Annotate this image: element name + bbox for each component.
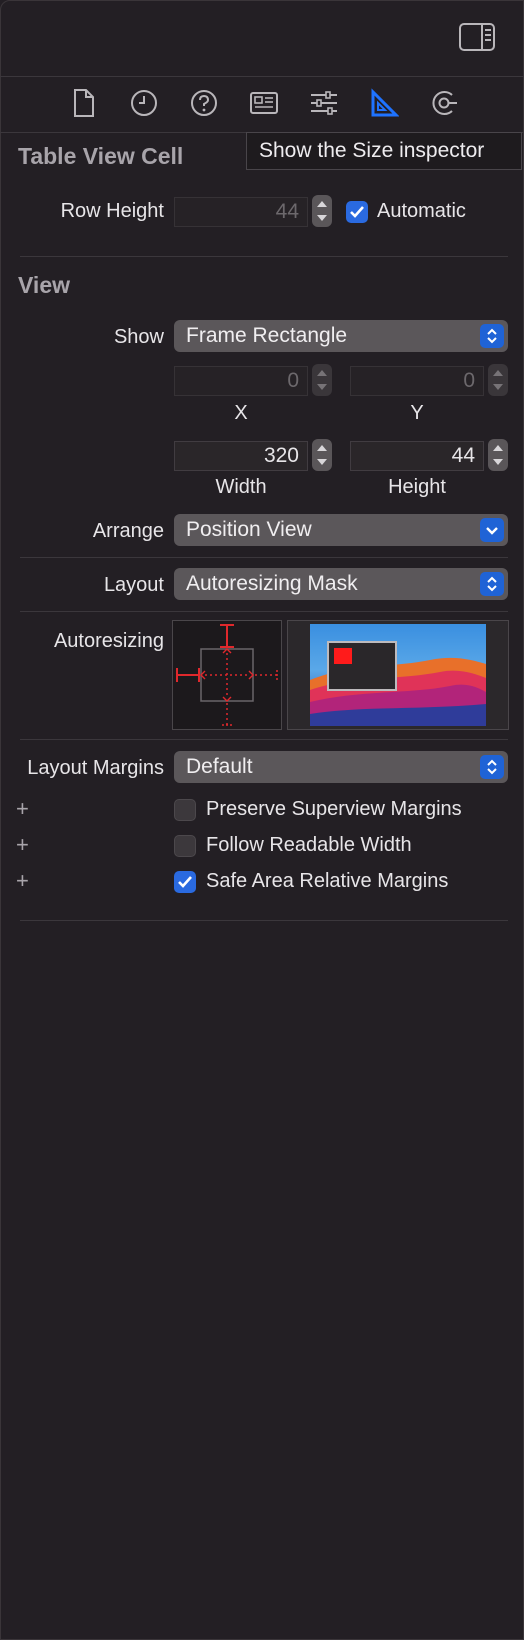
y-caption: Y bbox=[410, 402, 424, 424]
chevron-up-down-icon bbox=[480, 572, 504, 596]
section-title-table-view-cell: Table View Cell bbox=[18, 143, 184, 169]
layout-margins-popup[interactable]: Default bbox=[174, 751, 508, 783]
height-field[interactable]: 44 bbox=[350, 441, 484, 471]
row-height-field[interactable]: 44 bbox=[174, 197, 308, 227]
row-height-stepper[interactable] bbox=[312, 195, 332, 227]
x-stepper[interactable] bbox=[312, 364, 332, 396]
layout-margins-label: Layout Margins bbox=[27, 757, 164, 779]
size-inspector-tooltip: Show the Size inspector bbox=[246, 132, 522, 170]
autoresizing-mask-editor[interactable] bbox=[172, 620, 282, 730]
width-stepper[interactable] bbox=[312, 439, 332, 471]
toolbar-top-divider bbox=[0, 76, 524, 77]
tab-file-inspector[interactable] bbox=[69, 88, 99, 118]
x-field[interactable]: 0 bbox=[174, 366, 308, 396]
toggle-inspector-button[interactable] bbox=[458, 22, 496, 52]
arrange-popup-value: Position View bbox=[186, 518, 312, 541]
width-caption: Width bbox=[215, 476, 267, 498]
arrow-circle-icon bbox=[432, 91, 457, 115]
wallpaper-preview-icon bbox=[310, 624, 486, 726]
bottom-divider bbox=[20, 920, 508, 921]
autoresizing-preview bbox=[287, 620, 509, 730]
checkmark-icon bbox=[350, 206, 364, 218]
row-height-label: Row Height bbox=[60, 200, 164, 222]
tab-connections-inspector[interactable] bbox=[429, 88, 459, 118]
ruler-triangle-icon bbox=[371, 88, 400, 117]
show-label: Show bbox=[113, 326, 164, 348]
show-popup-value: Frame Rectangle bbox=[186, 324, 348, 347]
preserve-superview-margins-label: Preserve Superview Margins bbox=[206, 798, 462, 820]
chevron-up-down-icon bbox=[480, 755, 504, 779]
arrange-popup[interactable]: Position View bbox=[174, 514, 508, 546]
autoresizing-label: Autoresizing bbox=[53, 630, 164, 652]
add-variation-button[interactable]: + bbox=[16, 870, 29, 892]
arrange-divider bbox=[20, 557, 508, 558]
section-title-view: View bbox=[18, 272, 70, 298]
autoresizing-divider bbox=[20, 739, 508, 740]
layout-margins-popup-value: Default bbox=[186, 755, 253, 778]
width-field[interactable]: 320 bbox=[174, 441, 308, 471]
automatic-checkbox[interactable] bbox=[346, 201, 368, 223]
add-variation-button[interactable]: + bbox=[16, 834, 29, 856]
add-variation-button[interactable]: + bbox=[16, 798, 29, 820]
tab-attributes-inspector[interactable] bbox=[309, 88, 339, 118]
document-icon bbox=[74, 89, 94, 117]
safe-area-relative-margins-checkbox[interactable] bbox=[174, 871, 196, 893]
show-popup[interactable]: Frame Rectangle bbox=[174, 320, 508, 352]
autoresizing-struts-icon bbox=[176, 624, 278, 726]
layout-popup-value: Autoresizing Mask bbox=[186, 572, 358, 595]
section-divider bbox=[20, 256, 508, 257]
layout-label: Layout bbox=[103, 574, 164, 596]
sidebar-right-icon bbox=[459, 23, 495, 51]
height-stepper[interactable] bbox=[488, 439, 508, 471]
clock-icon bbox=[131, 90, 157, 116]
tab-size-inspector[interactable] bbox=[369, 88, 400, 118]
tab-identity-inspector[interactable] bbox=[249, 88, 279, 118]
question-icon bbox=[191, 90, 217, 116]
preserve-superview-margins-checkbox[interactable] bbox=[174, 799, 196, 821]
chevron-up-down-icon bbox=[480, 324, 504, 348]
tab-quick-help-inspector[interactable] bbox=[189, 88, 219, 118]
checkmark-icon bbox=[178, 876, 192, 888]
follow-readable-width-label: Follow Readable Width bbox=[206, 834, 412, 856]
x-caption: X bbox=[234, 402, 248, 424]
y-field[interactable]: 0 bbox=[350, 366, 484, 396]
safe-area-relative-margins-label: Safe Area Relative Margins bbox=[206, 870, 449, 892]
sliders-icon bbox=[311, 91, 337, 115]
y-stepper[interactable] bbox=[488, 364, 508, 396]
id-card-icon bbox=[250, 92, 278, 114]
automatic-label: Automatic bbox=[377, 200, 466, 222]
follow-readable-width-checkbox[interactable] bbox=[174, 835, 196, 857]
height-caption: Height bbox=[388, 476, 446, 498]
layout-popup[interactable]: Autoresizing Mask bbox=[174, 568, 508, 600]
arrange-label: Arrange bbox=[92, 520, 164, 542]
chevron-down-icon bbox=[480, 518, 504, 542]
layout-divider bbox=[20, 611, 508, 612]
tab-history-inspector[interactable] bbox=[129, 88, 159, 118]
